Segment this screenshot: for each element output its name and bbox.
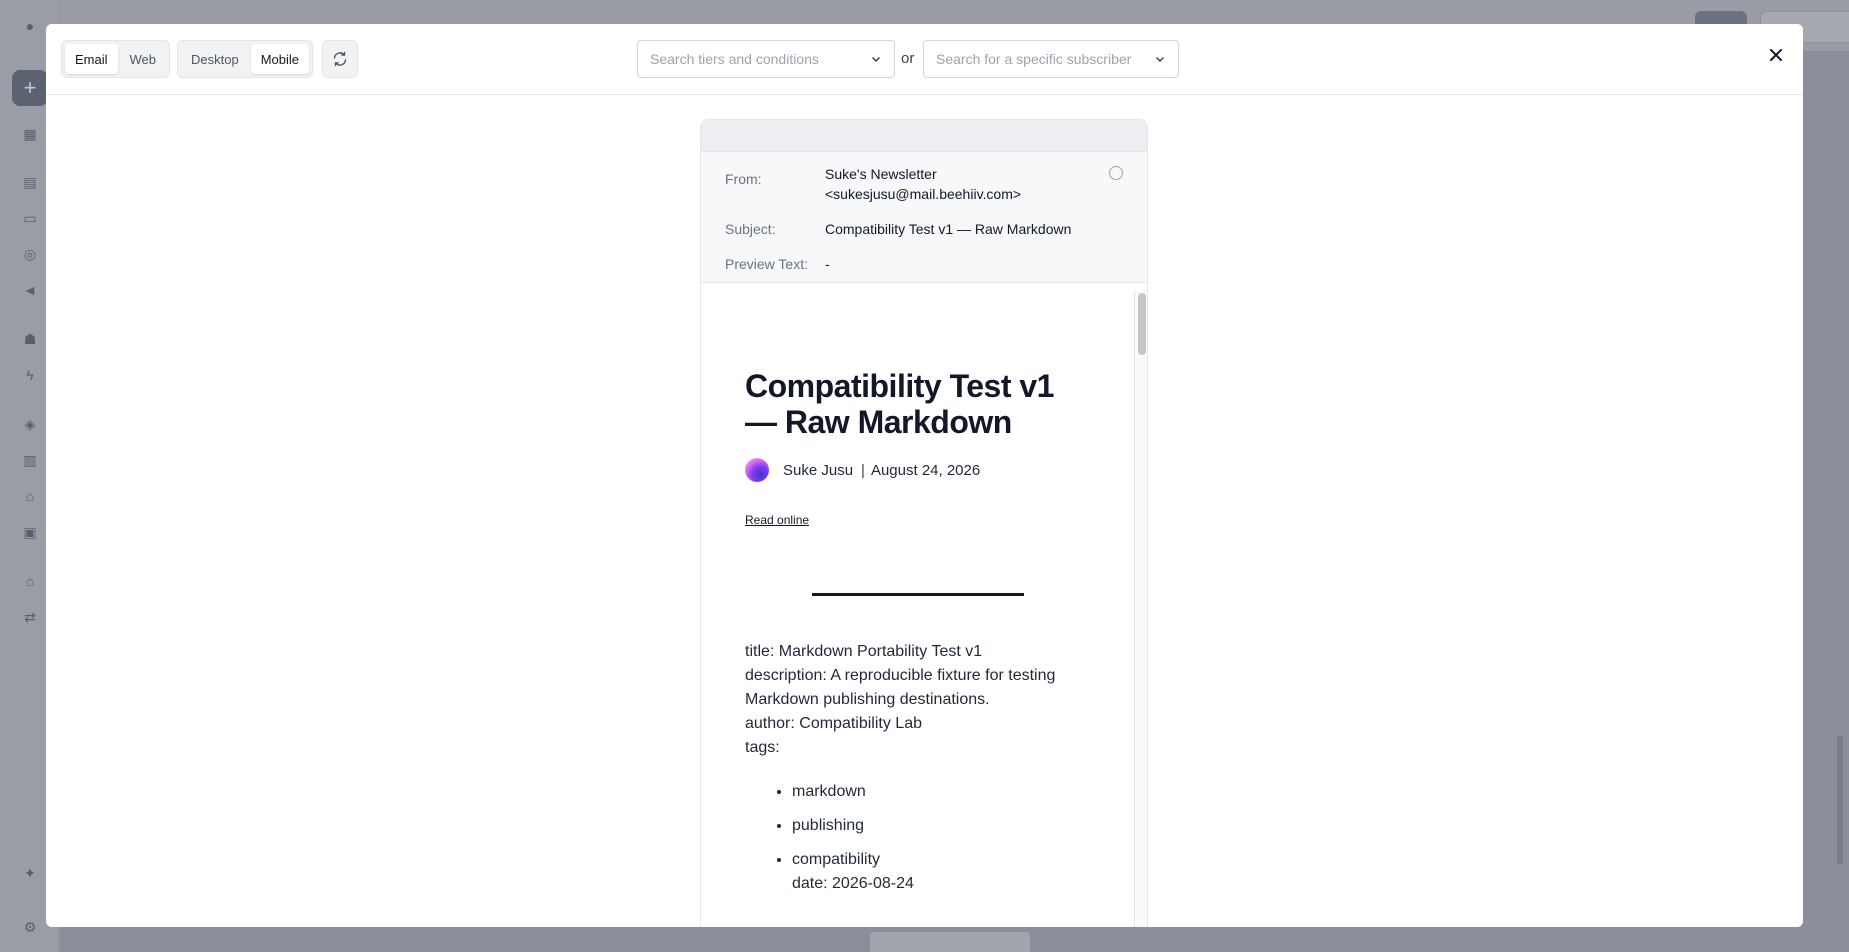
- preview-text-row: Preview Text: -: [725, 254, 1123, 274]
- from-value: Suke's Newsletter <sukesjusu@mail.beehii…: [825, 164, 1085, 204]
- date-line: date: 2026-08-24: [792, 875, 914, 892]
- channel-toggle: Email Web: [61, 40, 171, 78]
- settings-gear-icon: ⚙: [23, 918, 37, 935]
- email-content: Compatibility Test v1 — Raw Markdown Suk…: [701, 290, 1135, 927]
- body-line: title: Markdown Portability Test v1: [745, 643, 983, 660]
- list-item-text: compatibility: [792, 851, 881, 868]
- post-body: title: Markdown Portability Test v1 desc…: [745, 640, 1091, 760]
- grow-icon: ⌂: [25, 488, 35, 504]
- post-title: Compatibility Test v1 — Raw Markdown: [745, 368, 1054, 440]
- refresh-button[interactable]: [322, 40, 358, 78]
- scroll-thumb[interactable]: [1138, 293, 1146, 355]
- audience-icon: ☗: [23, 330, 37, 347]
- modal-header: Email Web Desktop Mobile Search tiers an…: [46, 24, 1803, 95]
- monetize-icon: ◈: [24, 415, 36, 432]
- preview-text-value: -: [825, 256, 830, 272]
- avatar: [745, 458, 769, 482]
- refresh-icon: [333, 51, 347, 67]
- background-bottom-tab: [870, 932, 1030, 952]
- megaphone-icon: ◄: [23, 282, 37, 298]
- workspace-logo-icon: ●: [25, 18, 35, 34]
- close-icon: [1770, 49, 1782, 61]
- dashboard-icon: ▦: [23, 125, 37, 142]
- body-line: author: Compatibility Lab: [745, 715, 922, 732]
- chevron-down-icon: [1155, 56, 1165, 63]
- post-date: August 24, 2026: [870, 461, 981, 479]
- tag-list: markdown publishing compatibility date: …: [745, 780, 1091, 896]
- new-post-button: +: [12, 70, 48, 106]
- transfer-icon: ⇄: [24, 608, 36, 625]
- website-icon: ▭: [23, 209, 37, 226]
- list-item: publishing: [792, 814, 1091, 838]
- referral-icon: ⌂: [25, 573, 35, 589]
- email-meta: From: Suke's Newsletter <sukesjusu@mail.…: [701, 152, 1147, 283]
- background-scrollbar: [1837, 735, 1843, 865]
- tab-mobile[interactable]: Mobile: [250, 44, 309, 74]
- info-icon[interactable]: [1109, 166, 1123, 180]
- subscriber-select-placeholder: Search for a specific subscriber: [936, 51, 1132, 67]
- preview-modal: Email Web Desktop Mobile Search tiers an…: [46, 24, 1803, 927]
- list-item: markdown: [792, 780, 1091, 804]
- from-address: <sukesjusu@mail.beehiiv.com>: [825, 186, 1022, 202]
- byline: Suke Jusu | August 24, 2026: [745, 458, 1091, 482]
- content-scrollbar[interactable]: [1134, 290, 1147, 927]
- automation-icon: ϟ: [26, 367, 34, 383]
- author-name: Suke Jusu: [783, 461, 854, 479]
- tab-email[interactable]: Email: [65, 44, 118, 74]
- modal-body: From: Suke's Newsletter <sukesjusu@mail.…: [46, 95, 1803, 927]
- subject-row: Subject: Compatibility Test v1 — Raw Mar…: [725, 219, 1123, 239]
- subject-value: Compatibility Test v1 — Raw Markdown: [825, 221, 1072, 237]
- tab-web[interactable]: Web: [120, 44, 167, 74]
- tab-desktop[interactable]: Desktop: [181, 44, 249, 74]
- body-line: tags:: [745, 739, 780, 756]
- list-item: compatibility date: 2026-08-24: [792, 848, 1091, 896]
- subject-label: Subject:: [725, 221, 776, 237]
- horizontal-rule: [812, 593, 1024, 596]
- tier-select-placeholder: Search tiers and conditions: [650, 51, 819, 67]
- from-name: Suke's Newsletter: [825, 166, 937, 182]
- device-toggle: Desktop Mobile: [177, 40, 313, 78]
- read-online-link[interactable]: Read online: [745, 513, 809, 527]
- preview-text-label: Preview Text:: [725, 256, 808, 272]
- from-label: From:: [725, 171, 762, 187]
- shop-icon: ▥: [23, 451, 37, 468]
- subscriber-select[interactable]: Search for a specific subscriber: [923, 40, 1179, 78]
- close-button[interactable]: [1762, 41, 1790, 69]
- ai-sparkle-icon: ✦: [24, 864, 36, 881]
- chevron-down-icon: [871, 56, 881, 63]
- email-preview: From: Suke's Newsletter <sukesjusu@mail.…: [700, 119, 1148, 927]
- posts-icon: ▤: [23, 173, 37, 190]
- body-line: description: A reproducible fixture for …: [745, 667, 1056, 708]
- from-row: From: Suke's Newsletter <sukesjusu@mail.…: [725, 164, 1123, 204]
- tier-select[interactable]: Search tiers and conditions: [637, 40, 895, 78]
- inbox-icon: ▣: [23, 523, 37, 540]
- or-label: or: [901, 50, 915, 67]
- podcast-icon: ◎: [23, 245, 37, 262]
- byline-separator: |: [861, 461, 865, 479]
- preview-top-bar: [701, 120, 1147, 152]
